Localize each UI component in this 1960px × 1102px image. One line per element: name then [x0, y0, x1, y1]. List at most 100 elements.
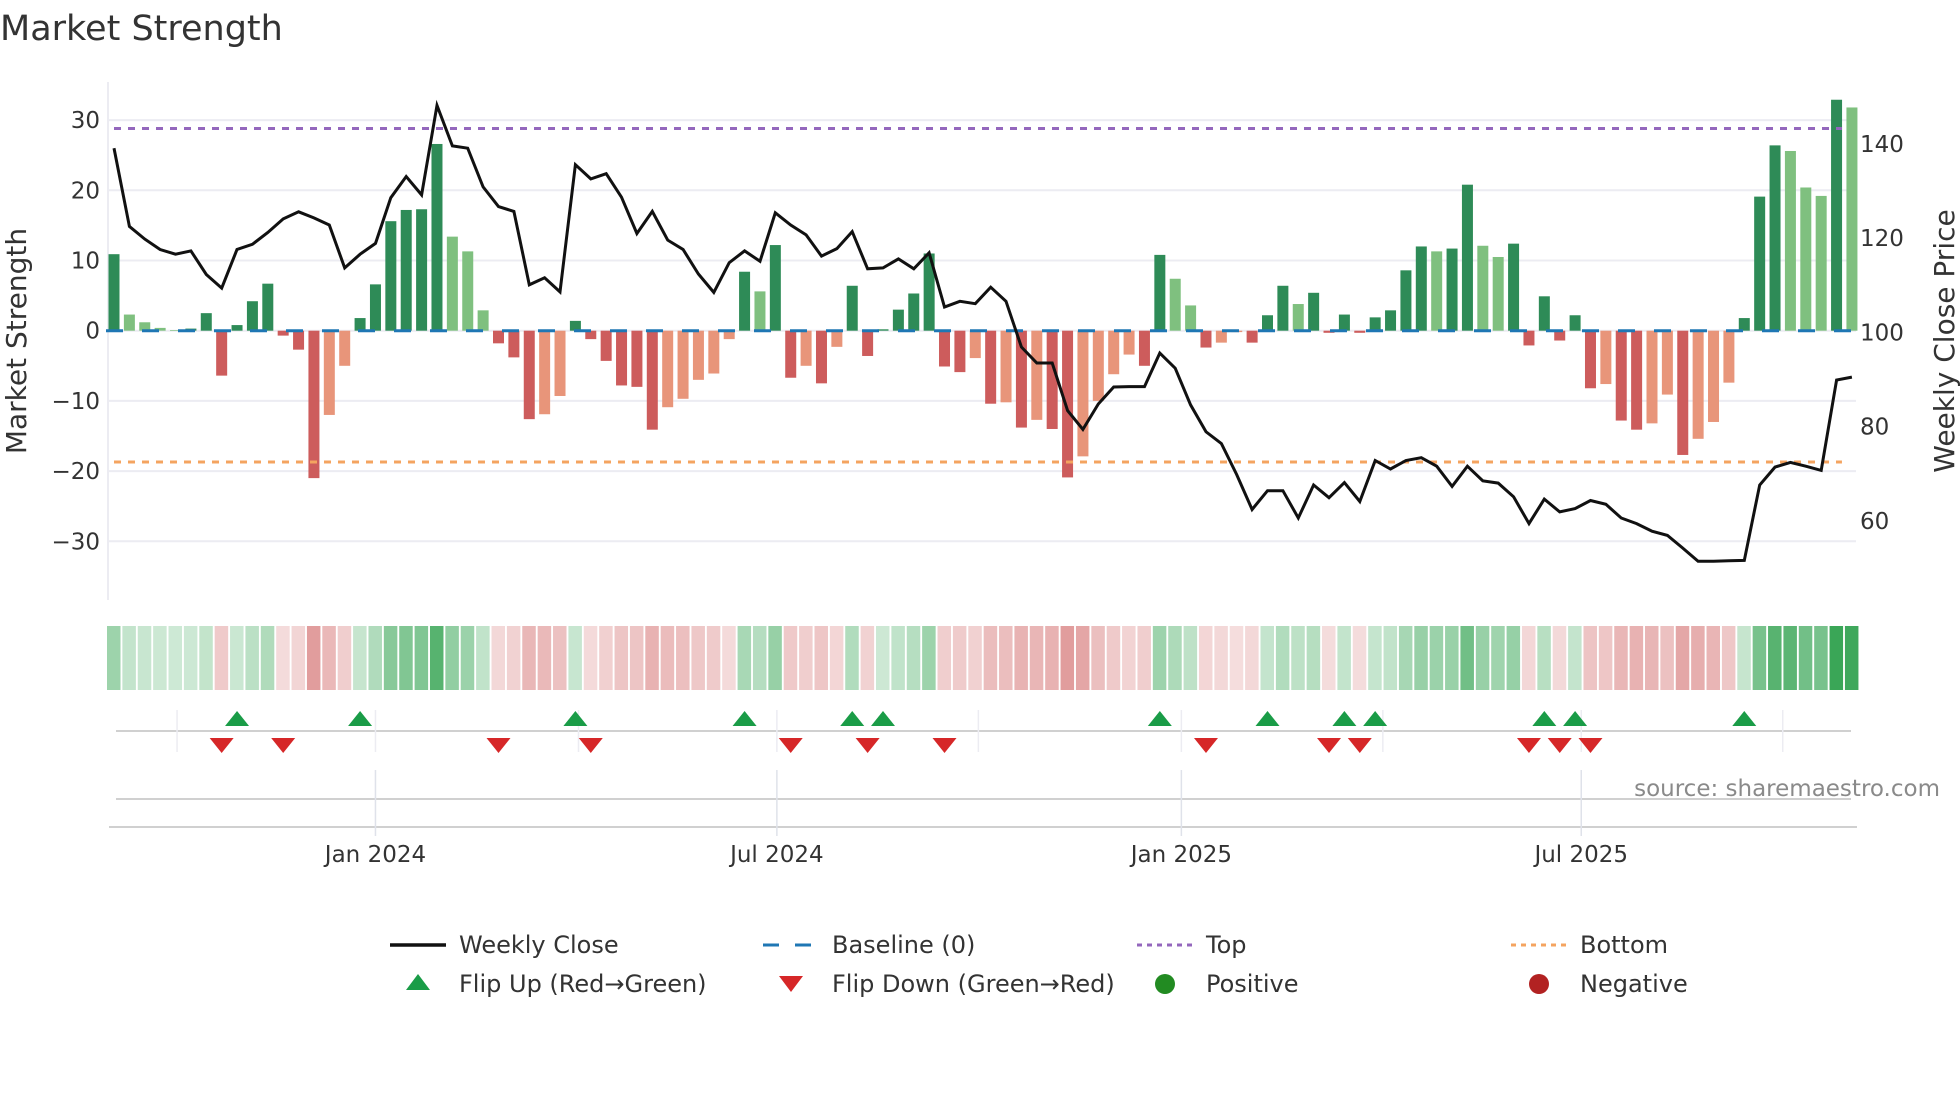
- heat-cell: [1814, 626, 1828, 690]
- strength-bar: [631, 330, 643, 387]
- heat-cell: [276, 626, 290, 690]
- triangle-down-icon: [779, 976, 803, 992]
- strength-bar: [1077, 330, 1089, 457]
- strength-bar: [523, 330, 535, 420]
- heat-cell: [645, 626, 659, 690]
- heat-cell: [1229, 626, 1244, 690]
- strength-bar: [954, 330, 966, 373]
- heat-cell: [122, 626, 136, 690]
- strength-bar: [1123, 330, 1135, 355]
- heat-cell: [1798, 626, 1813, 690]
- legend-item-up: Flip Up (Red→Green): [406, 970, 707, 998]
- legend: Weekly Close Baseline (0) Top Bottom Flip Up…: [390, 931, 1688, 998]
- flip-up-marker: [871, 711, 895, 726]
- x-tick-label: Jan 2024: [323, 842, 426, 868]
- heat-cell: [583, 626, 598, 690]
- strength-bar: [231, 325, 243, 331]
- flip-down-marker: [486, 738, 511, 753]
- heat-cell: [1552, 626, 1567, 690]
- flip-markers-panel: [116, 710, 1851, 800]
- strength-bar: [1308, 292, 1320, 331]
- flip-up-marker: [732, 711, 757, 726]
- y-tick-label: 20: [71, 178, 100, 204]
- strength-bar: [1661, 330, 1673, 395]
- heat-cell: [876, 626, 890, 690]
- strength-bar: [1631, 330, 1643, 430]
- strength-bar: [1431, 251, 1443, 331]
- heat-cell: [1445, 626, 1459, 690]
- strength-bar: [1354, 330, 1366, 333]
- strength-bar: [1754, 196, 1766, 331]
- heat-cell: [1106, 626, 1121, 690]
- strength-bar: [662, 330, 674, 408]
- heat-cell: [1322, 626, 1336, 690]
- heat-cell: [676, 626, 690, 690]
- heat-cell: [1706, 626, 1721, 690]
- strength-bar: [1062, 330, 1074, 478]
- x-tick-label: Jul 2025: [1532, 842, 1628, 868]
- strength-bar: [1000, 330, 1012, 403]
- heat-cell: [368, 626, 382, 690]
- heat-cell: [230, 626, 244, 690]
- heat-cell: [783, 626, 798, 690]
- strength-bar: [1446, 248, 1458, 331]
- strength-bar: [1600, 330, 1612, 385]
- strength-bar: [1708, 330, 1720, 422]
- heat-cell: [1429, 626, 1444, 690]
- flip-down-marker: [1317, 738, 1342, 753]
- strength-bar: [123, 314, 135, 331]
- strength-bar: [1200, 330, 1212, 348]
- heat-cell: [553, 626, 567, 690]
- strength-bar: [939, 330, 951, 367]
- y-tick-label: −10: [51, 389, 100, 415]
- heat-cell: [1783, 626, 1797, 690]
- strength-bar: [400, 209, 412, 331]
- heat-cell: [1275, 626, 1290, 690]
- heat-cell: [891, 626, 905, 690]
- heat-cell: [1245, 626, 1259, 690]
- strength-bar: [508, 330, 520, 358]
- strength-bar: [1338, 314, 1350, 331]
- legend-item-down: Flip Down (Green→Red): [779, 970, 1115, 998]
- heat-cell: [322, 626, 336, 690]
- heat-cell: [752, 626, 767, 690]
- strength-bar: [323, 330, 335, 415]
- heat-cell: [1768, 626, 1782, 690]
- legend-item-bottom: Bottom: [1511, 931, 1668, 959]
- heat-cell: [491, 626, 505, 690]
- heat-cell: [937, 626, 952, 690]
- heat-cell: [107, 626, 121, 690]
- strength-bar: [739, 271, 751, 331]
- heat-cell: [706, 626, 721, 690]
- heat-cell: [1383, 626, 1398, 690]
- strength-bar: [600, 330, 612, 361]
- right-axis-ticks: 60 80 100 120 140: [1860, 132, 1904, 535]
- heat-cell: [691, 626, 705, 690]
- heat-cell: [768, 626, 782, 690]
- heat-cell: [952, 626, 967, 690]
- strength-bar: [862, 330, 874, 356]
- flip-up-marker: [348, 711, 373, 726]
- heat-cell: [1306, 626, 1321, 690]
- strength-bar: [1831, 99, 1843, 331]
- strength-bar: [1677, 330, 1689, 455]
- heat-cell: [183, 626, 198, 690]
- strength-bar: [1385, 310, 1397, 331]
- left-axis-ticks: −30 −20 −10 0 10 20 30: [51, 108, 100, 555]
- heat-cell: [1829, 626, 1844, 690]
- heat-cell: [1122, 626, 1136, 690]
- left-axis-label: Market Strength: [0, 228, 33, 454]
- strength-bar: [1277, 285, 1289, 331]
- strength-bar: [831, 330, 843, 347]
- heat-cell: [737, 626, 752, 690]
- flip-up-marker: [225, 711, 250, 726]
- strength-bar: [1246, 330, 1258, 343]
- strength-bar: [431, 143, 443, 331]
- heat-cell: [1183, 626, 1198, 690]
- strength-bar: [1400, 270, 1412, 331]
- strength-bar: [1415, 246, 1427, 331]
- heat-cell: [460, 626, 475, 690]
- flip-up-marker: [1332, 711, 1357, 726]
- flip-down-marker: [1516, 738, 1541, 753]
- heat-cell: [260, 626, 275, 690]
